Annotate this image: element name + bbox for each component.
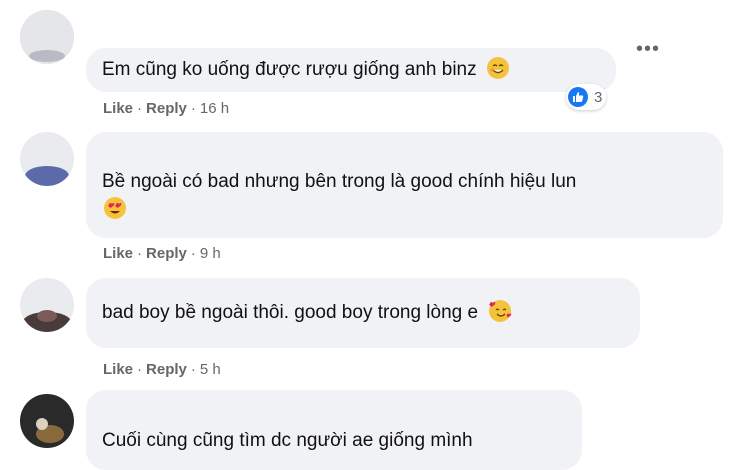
avatar-image xyxy=(20,10,74,64)
like-icon xyxy=(568,87,588,107)
comment-bubble: Bề ngoài có bad nhưng bên trong là good … xyxy=(86,132,723,238)
comment-text: Bề ngoài có bad nhưng bên trong là good … xyxy=(102,171,577,192)
separator: · xyxy=(190,361,196,378)
reply-link[interactable]: Reply xyxy=(146,100,187,117)
comment-bubble: Cuối cùng cũng tìm dc người ae giống mìn… xyxy=(86,390,582,470)
comment-actions: Like · Reply · 5 h xyxy=(103,361,221,378)
separator: · xyxy=(137,245,143,262)
separator: · xyxy=(190,245,196,262)
comment-bubble: bad boy bề ngoài thôi. good boy trong lò… xyxy=(86,278,640,348)
comment-bubble: Em cũng ko uống được rượu giống anh binz xyxy=(86,48,616,92)
avatar-image xyxy=(20,278,74,332)
comment-actions: Like · Reply · 9 h xyxy=(103,245,221,262)
avatar-image xyxy=(20,132,74,186)
reaction-count: 3 xyxy=(594,88,603,106)
reply-link[interactable]: Reply xyxy=(146,361,187,378)
separator: · xyxy=(190,100,196,117)
heart-eyes-face-icon xyxy=(104,197,126,219)
reply-link[interactable]: Reply xyxy=(146,245,187,262)
timestamp[interactable]: 9 h xyxy=(200,245,221,262)
comment-options-icon[interactable]: ••• xyxy=(636,39,660,59)
separator: · xyxy=(137,361,143,378)
commenter-avatar[interactable] xyxy=(20,10,74,64)
timestamp[interactable]: 16 h xyxy=(200,100,229,117)
like-link[interactable]: Like xyxy=(103,245,133,262)
commenter-avatar[interactable] xyxy=(20,394,74,448)
separator: · xyxy=(137,100,143,117)
like-link[interactable]: Like xyxy=(103,100,133,117)
comment-actions: Like · Reply · 16 h xyxy=(103,100,229,117)
commenter-avatar[interactable] xyxy=(20,278,74,332)
smiling-face-icon xyxy=(487,57,510,79)
avatar-image xyxy=(20,394,74,448)
timestamp[interactable]: 5 h xyxy=(200,361,221,378)
reaction-summary[interactable]: 3 xyxy=(566,84,607,110)
comment-text: Em cũng ko uống được rượu giống anh binz xyxy=(102,59,477,80)
comment-text: bad boy bề ngoài thôi. good boy trong lò… xyxy=(102,302,479,323)
smiling-face-with-hearts-icon xyxy=(488,300,511,322)
comment-text: Cuối cùng cũng tìm dc người ae giống mìn… xyxy=(102,430,473,451)
commenter-avatar[interactable] xyxy=(20,132,74,186)
like-link[interactable]: Like xyxy=(103,361,133,378)
